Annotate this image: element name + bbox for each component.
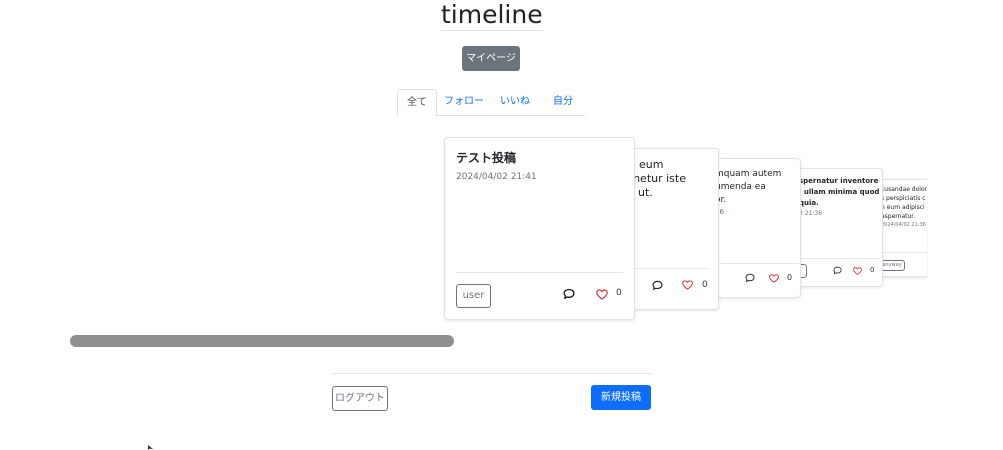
post-title-line: cusandae dolore xyxy=(881,186,927,193)
post-card[interactable]: cusandae dolore s perspiciatis c n eum a… xyxy=(878,179,927,277)
like-count: 0 xyxy=(702,280,708,290)
mypage-button[interactable]: マイページ xyxy=(462,46,520,71)
post-title-line: mquam autem xyxy=(715,169,782,179)
post-title-line: spernatur inventore xyxy=(799,177,879,185)
post-title-line: umenda ea xyxy=(715,182,766,192)
heart-icon[interactable] xyxy=(596,289,608,300)
comment-icon[interactable] xyxy=(563,288,575,300)
tab-likes[interactable]: いいね xyxy=(495,89,535,115)
post-title: テスト投稿 xyxy=(456,151,517,165)
card-divider xyxy=(881,252,927,253)
heart-icon[interactable] xyxy=(682,280,693,290)
comment-icon[interactable] xyxy=(833,266,842,275)
post-card[interactable]: mquam autem umenda ea or. 36 0 xyxy=(706,158,801,298)
logout-button[interactable]: ログアウト xyxy=(332,386,388,411)
heart-icon[interactable] xyxy=(853,267,862,275)
tab-follow[interactable]: フォロー xyxy=(441,89,487,115)
page-title: timeline xyxy=(441,0,543,31)
heart-icon[interactable] xyxy=(769,274,779,283)
horizontal-scrollbar[interactable] xyxy=(70,335,454,347)
post-date: 2 21:36 xyxy=(799,210,823,217)
card-divider xyxy=(799,258,879,259)
tab-all[interactable]: 全て xyxy=(397,89,437,117)
new-post-button[interactable]: 新規投稿 xyxy=(591,385,651,410)
author-badge[interactable]: user xyxy=(456,284,491,308)
comment-icon[interactable] xyxy=(652,280,663,291)
post-title-line: n eum adipisci xyxy=(881,204,925,211)
comment-icon[interactable] xyxy=(745,273,755,283)
post-title-line: quia. xyxy=(799,199,819,207)
post-title-line: i ullam minima quod xyxy=(799,188,880,196)
post-title-line: aspernatur. xyxy=(881,213,916,220)
post-title-line: s perspiciatis c xyxy=(881,195,926,202)
mouse-cursor-icon xyxy=(148,445,153,450)
like-count: 0 xyxy=(787,273,793,282)
card-divider xyxy=(456,272,623,273)
post-date: 2024/04/02 21:36 xyxy=(881,222,926,228)
post-card[interactable]: spernatur inventore i ullam minima quod … xyxy=(792,168,883,287)
post-date: 2024/04/02 21:41 xyxy=(456,172,537,182)
post-title-line: or. xyxy=(715,195,727,205)
page: timeline マイページ 全て フォロー いいね 自分 cusandae d… xyxy=(0,0,1003,450)
like-count: 0 xyxy=(870,266,875,274)
timeline-tabs: 全て フォロー いいね 自分 xyxy=(397,89,585,117)
tab-mine[interactable]: 自分 xyxy=(543,89,583,115)
like-count: 0 xyxy=(616,288,622,298)
footer-divider xyxy=(332,373,652,374)
card-divider xyxy=(715,263,799,264)
post-card[interactable]: テスト投稿 2024/04/02 21:41 user 0 xyxy=(444,137,635,320)
